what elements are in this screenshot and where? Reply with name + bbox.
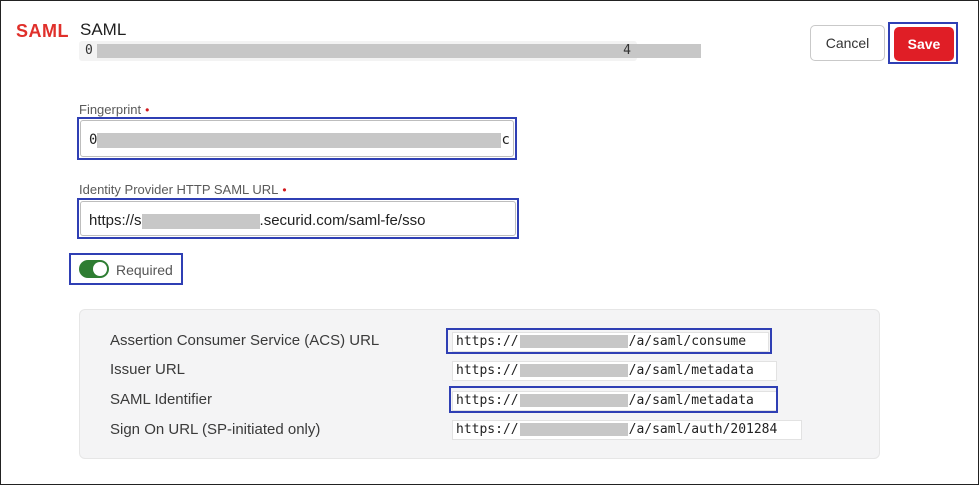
acs-url-label: Assertion Consumer Service (ACS) URL (110, 332, 380, 349)
saml-logo: SAML (16, 21, 69, 41)
saml-config-id: 0 4 (79, 41, 701, 61)
highlight-box (69, 253, 183, 285)
highlight-box (77, 198, 519, 239)
sign-on-url-value: https:///a/saml/auth/201284 (452, 420, 802, 440)
saml-identifier-label: SAML Identifier (110, 391, 212, 408)
cancel-button[interactable]: Cancel (810, 25, 885, 61)
issuer-url-label: Issuer URL (110, 361, 186, 378)
idp-url-label: Identity Provider HTTP SAML URL • (79, 182, 287, 197)
highlight-box (888, 22, 958, 64)
redacted-block (97, 44, 701, 58)
highlight-box (449, 386, 778, 413)
sign-on-url-label: Sign On URL (SP-initiated only) (110, 421, 321, 438)
required-indicator: • (282, 183, 287, 197)
required-indicator: • (145, 103, 150, 117)
highlight-box (446, 328, 772, 354)
config-id-prefix: 0 (85, 43, 93, 58)
redacted-block (519, 364, 628, 377)
fingerprint-label: Fingerprint • (79, 102, 150, 117)
config-id-suffix: 4 (623, 43, 631, 58)
redacted-block (519, 423, 628, 436)
issuer-url-value: https:///a/saml/metadata (452, 361, 777, 381)
page-title: SAML (80, 20, 127, 39)
highlight-box (77, 117, 517, 160)
